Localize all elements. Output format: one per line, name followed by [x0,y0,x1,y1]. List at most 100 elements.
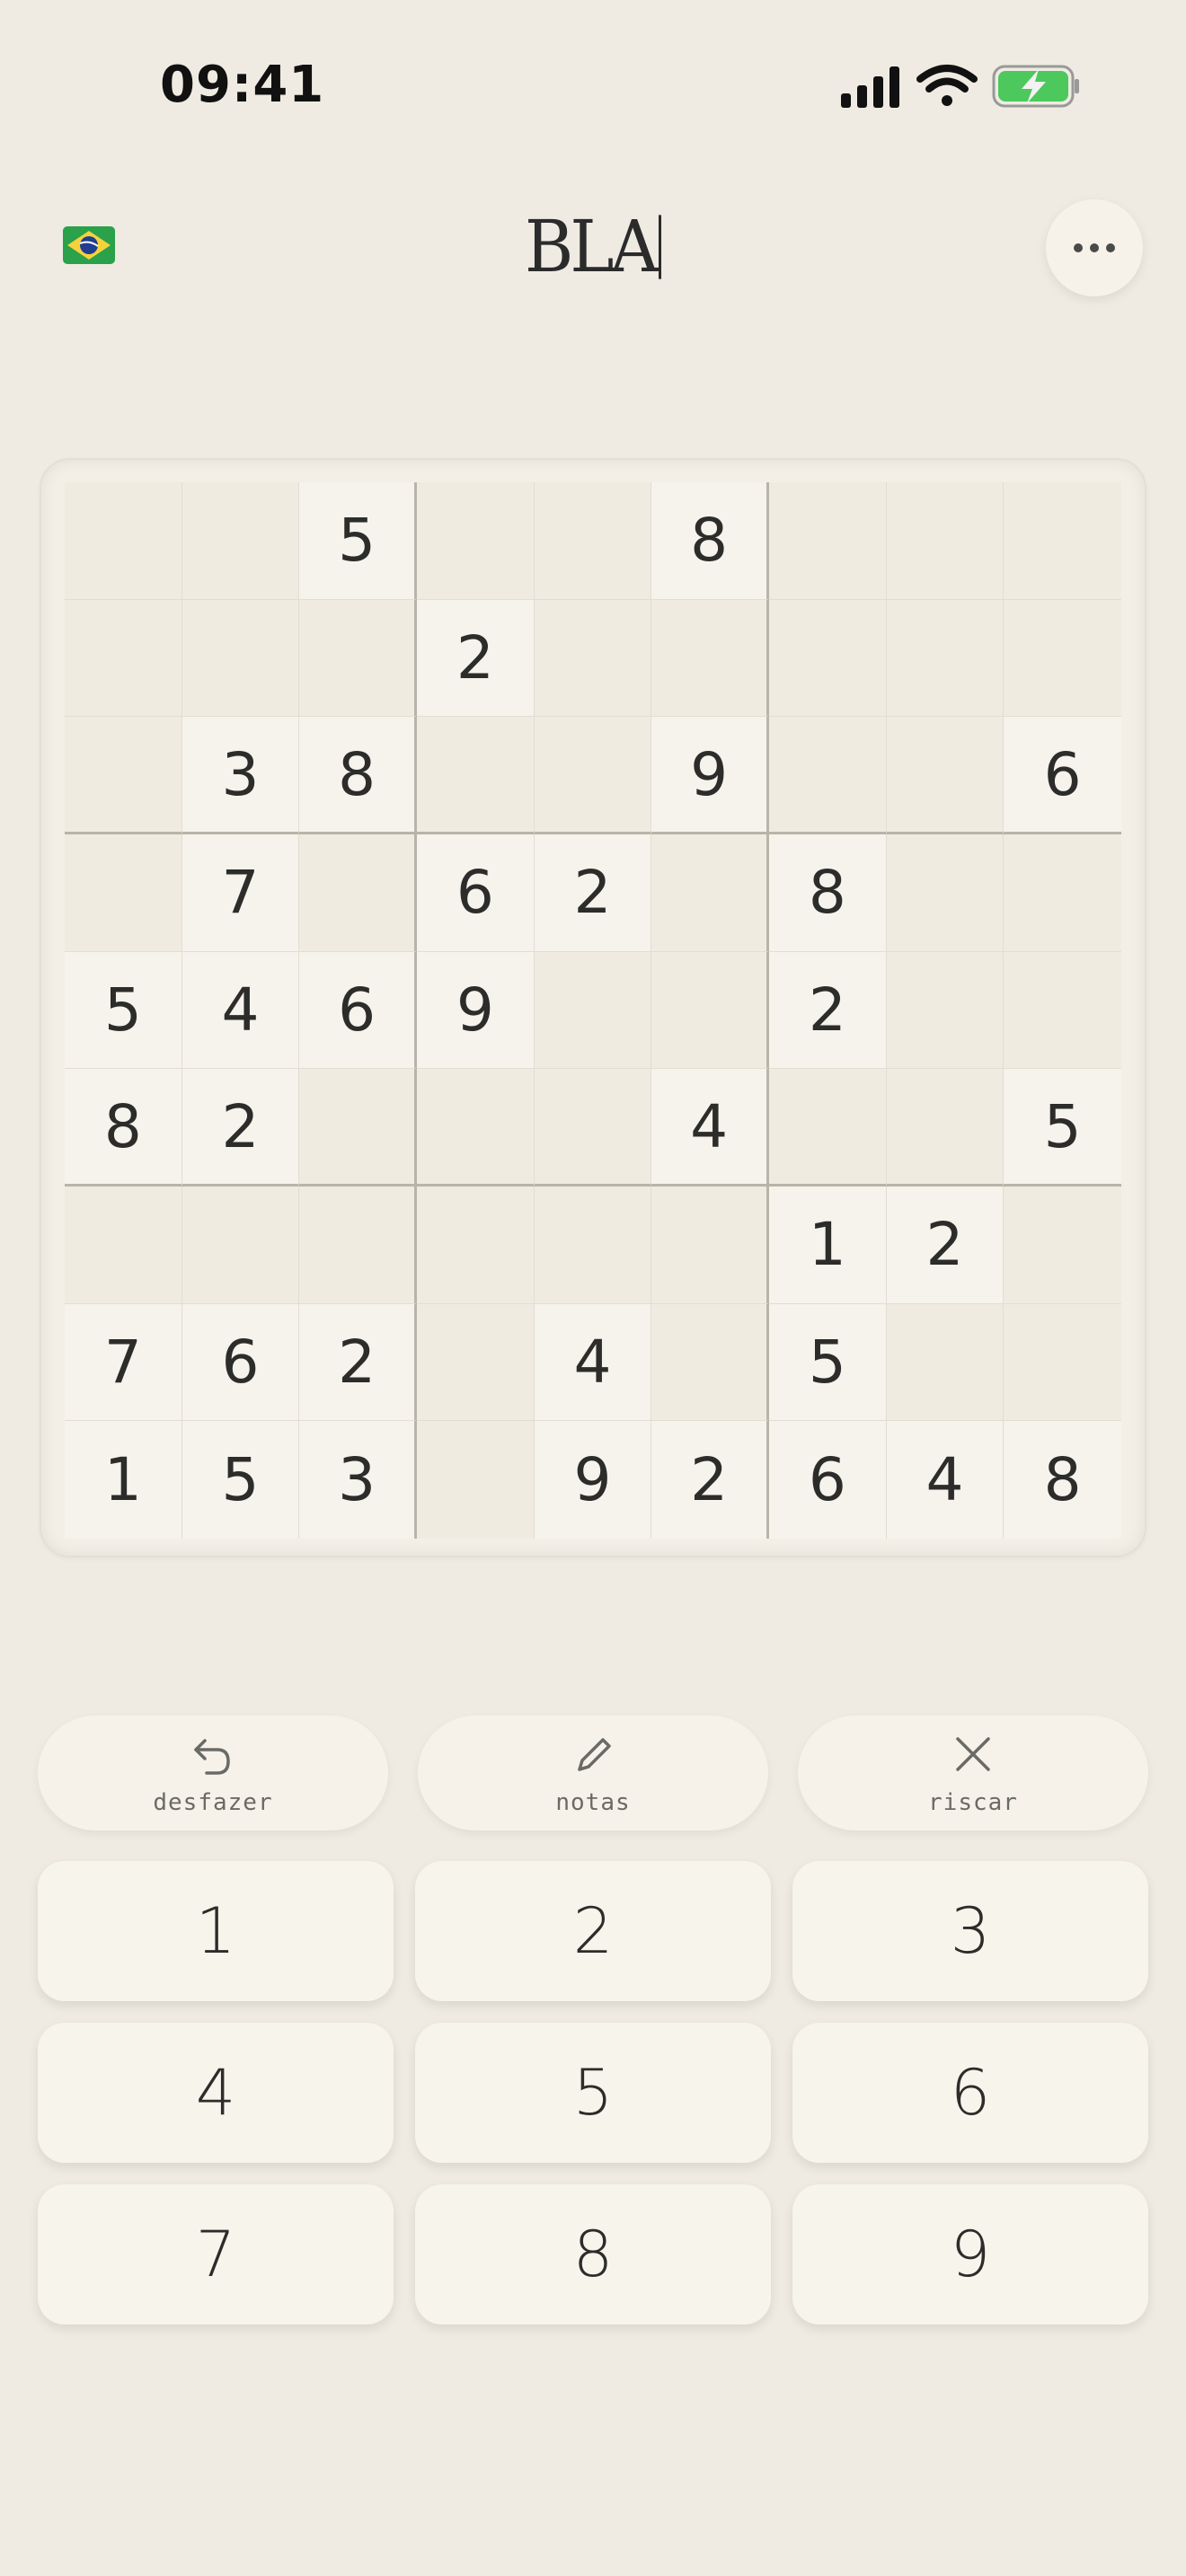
sudoku-cell[interactable] [299,834,417,952]
more-button[interactable] [1046,199,1143,296]
sudoku-cell[interactable] [417,1187,535,1304]
sudoku-cell[interactable]: 5 [65,951,182,1070]
sudoku-cell[interactable] [886,599,1005,718]
sudoku-cell[interactable] [65,1187,182,1304]
sudoku-cell[interactable] [181,482,300,600]
sudoku-cell[interactable] [886,717,1005,834]
sudoku-cell[interactable]: 5 [181,1421,300,1539]
sudoku-cell[interactable] [181,599,300,718]
sudoku-cell[interactable] [1004,599,1121,718]
sudoku-cell[interactable] [651,951,769,1070]
key-6[interactable]: 6 [792,2023,1148,2163]
sudoku-cell[interactable] [299,599,417,718]
sudoku-cell[interactable] [181,1187,300,1304]
key-3[interactable]: 3 [792,1861,1148,2001]
sudoku-cell[interactable]: 6 [299,951,417,1070]
key-4[interactable]: 4 [38,2023,394,2163]
sudoku-cell[interactable]: 7 [181,834,300,952]
sudoku-cell[interactable]: 7 [65,1303,182,1422]
sudoku-cell[interactable]: 2 [769,951,887,1070]
sudoku-cell[interactable] [769,599,887,718]
sudoku-cell[interactable]: 9 [417,951,535,1070]
sudoku-cell[interactable] [651,834,769,952]
sudoku-cell[interactable]: 4 [651,1069,769,1187]
sudoku-cell[interactable] [886,834,1005,952]
sudoku-grid: 58238967628546928245127624515392648 [65,482,1121,1539]
sudoku-cell[interactable] [534,951,652,1070]
sudoku-cell[interactable]: 5 [1004,1069,1121,1187]
key-1[interactable]: 1 [38,1861,394,2001]
sudoku-cell[interactable] [534,482,652,600]
sudoku-cell[interactable]: 8 [651,482,769,600]
sudoku-cell[interactable] [65,834,182,952]
sudoku-cell[interactable] [534,717,652,834]
sudoku-cell[interactable] [65,482,182,600]
sudoku-cell[interactable] [886,1303,1005,1422]
sudoku-cell[interactable] [886,951,1005,1070]
battery-charging-icon [992,65,1079,108]
sudoku-cell[interactable]: 6 [181,1303,300,1422]
sudoku-cell[interactable] [299,1069,417,1187]
sudoku-cell[interactable]: 9 [651,717,769,834]
sudoku-cell[interactable]: 8 [299,717,417,834]
sudoku-cell[interactable]: 6 [1004,717,1121,834]
sudoku-cell[interactable]: 2 [181,1069,300,1187]
key-7[interactable]: 7 [38,2184,394,2325]
sudoku-cell[interactable] [1004,1187,1121,1304]
sudoku-cell[interactable] [534,1069,652,1187]
sudoku-cell[interactable] [651,599,769,718]
sudoku-cell[interactable] [1004,951,1121,1070]
key-8[interactable]: 8 [415,2184,771,2325]
key-2[interactable]: 2 [415,1861,771,2001]
sudoku-cell[interactable]: 6 [417,834,535,952]
title-cursor [658,215,661,279]
sudoku-cell[interactable]: 3 [299,1421,417,1539]
key-5[interactable]: 5 [415,2023,771,2163]
sudoku-cell[interactable] [65,599,182,718]
sudoku-cell[interactable] [534,599,652,718]
sudoku-cell[interactable] [65,717,182,834]
notes-button[interactable]: notas [418,1716,768,1831]
sudoku-cell[interactable] [417,482,535,600]
sudoku-cell[interactable]: 2 [534,834,652,952]
sudoku-cell[interactable]: 5 [769,1303,887,1422]
sudoku-cell[interactable]: 2 [299,1303,417,1422]
sudoku-cell[interactable]: 2 [417,599,535,718]
sudoku-cell[interactable] [886,1069,1005,1187]
sudoku-cell[interactable]: 3 [181,717,300,834]
sudoku-cell[interactable] [417,1421,535,1539]
sudoku-cell[interactable] [769,482,887,600]
undo-button[interactable]: desfazer [38,1716,388,1831]
sudoku-cell[interactable]: 5 [299,482,417,600]
sudoku-cell[interactable] [651,1303,769,1422]
status-bar: 09:41 [0,0,1186,171]
strike-button[interactable]: riscar [798,1716,1148,1831]
sudoku-cell[interactable] [534,1187,652,1304]
sudoku-cell[interactable]: 8 [1004,1421,1121,1539]
sudoku-cell[interactable]: 4 [181,951,300,1070]
sudoku-cell[interactable] [769,1069,887,1187]
sudoku-cell[interactable]: 1 [65,1421,182,1539]
sudoku-cell[interactable] [1004,1303,1121,1422]
sudoku-cell[interactable]: 1 [769,1187,887,1304]
more-horizontal-icon-dot [1090,243,1099,252]
key-9[interactable]: 9 [792,2184,1148,2325]
app-title: BLA [0,206,1186,288]
sudoku-cell[interactable]: 8 [65,1069,182,1187]
sudoku-cell[interactable] [417,1069,535,1187]
sudoku-cell[interactable]: 2 [886,1187,1005,1304]
sudoku-cell[interactable] [417,717,535,834]
sudoku-cell[interactable]: 9 [534,1421,652,1539]
sudoku-cell[interactable]: 4 [886,1421,1005,1539]
sudoku-cell[interactable] [299,1187,417,1304]
sudoku-cell[interactable] [417,1303,535,1422]
sudoku-cell[interactable] [651,1187,769,1304]
sudoku-cell[interactable] [1004,482,1121,600]
sudoku-cell[interactable]: 2 [651,1421,769,1539]
sudoku-cell[interactable]: 6 [769,1421,887,1539]
sudoku-cell[interactable]: 4 [534,1303,652,1422]
sudoku-cell[interactable] [886,482,1005,600]
sudoku-cell[interactable]: 8 [769,834,887,952]
sudoku-cell[interactable] [1004,834,1121,952]
sudoku-cell[interactable] [769,717,887,834]
